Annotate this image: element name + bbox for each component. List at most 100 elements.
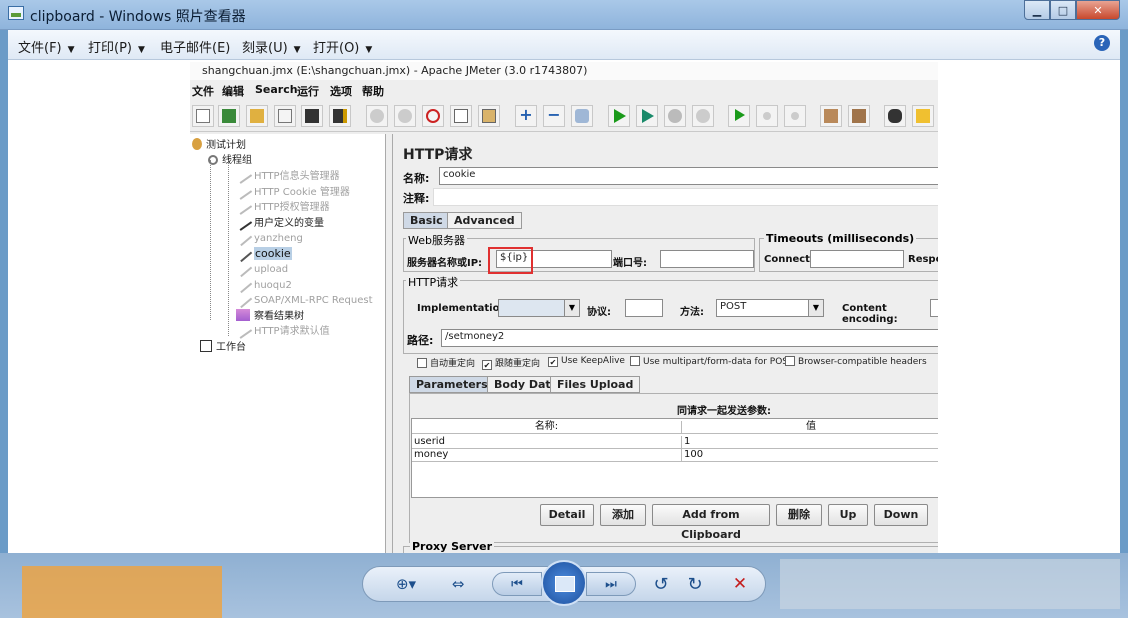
start-no-pauses-icon — [636, 105, 658, 127]
path-field: /setmoney2 — [441, 329, 938, 347]
wrench-icon — [233, 197, 253, 215]
minimize-button[interactable]: ▁ — [1024, 0, 1050, 20]
listener-icon — [236, 309, 250, 321]
server-label: 服务器名称或IP: — [407, 258, 483, 269]
stop-icon — [664, 105, 686, 127]
jmeter-toolbar: + − — [190, 102, 938, 132]
menu-email[interactable]: 电子邮件(E) — [160, 37, 230, 56]
search-icon — [884, 105, 906, 127]
web-server-title: Web服务器 — [406, 232, 467, 248]
implementation-label: Implementation: — [417, 303, 511, 314]
tree-node-user-variables: 用户定义的变量 — [233, 213, 324, 231]
checkbox-keepalive: ✔ Use KeepAlive — [548, 356, 625, 367]
window-titlebar: clipboard - Windows 照片查看器 ▁ □ ✕ — [0, 0, 1128, 30]
method-label: 方法: — [680, 307, 704, 318]
delete-icon[interactable]: ✕ — [729, 574, 751, 594]
add-from-clipboard-button: Add from Clipboard — [652, 504, 770, 541]
method-dropdown: POST — [716, 299, 810, 317]
encoding-label: Content encoding: — [842, 303, 898, 325]
paste-icon — [478, 105, 500, 127]
checkbox-label: Browser-compatible headers — [798, 357, 927, 367]
start-icon — [608, 105, 630, 127]
menu-open[interactable]: 打开(O) ▼ — [313, 37, 372, 56]
menu-file-label: 文件(F) — [18, 41, 62, 56]
tree-node-workbench: 工作台 — [200, 340, 246, 354]
save-icon — [301, 105, 323, 127]
checkbox-box — [417, 358, 427, 368]
port-field — [660, 250, 754, 268]
checkbox-label: Use KeepAlive — [561, 356, 625, 366]
name-field: cookie — [439, 167, 938, 185]
column-header-name: 名称: — [412, 421, 682, 434]
workbench-icon — [200, 340, 212, 352]
up-button: Up — [828, 504, 868, 526]
cut-icon — [422, 105, 444, 127]
port-label: 端口号: — [613, 258, 647, 269]
copy-icon — [450, 105, 472, 127]
response-label: Respo — [908, 254, 938, 265]
menu-burn[interactable]: 刻录(U) ▼ — [242, 37, 301, 56]
tree-node-yanzheng: yanzheng — [233, 227, 303, 247]
new-icon — [192, 105, 214, 127]
slideshow-button[interactable] — [541, 560, 587, 606]
down-button: Down — [874, 504, 928, 526]
wrench-icon — [233, 321, 253, 339]
clear-all-icon — [848, 105, 870, 127]
test-plan-icon — [192, 138, 202, 150]
tree-label: HTTP Cookie 管理器 — [254, 187, 350, 198]
remote-start-icon — [728, 105, 750, 127]
path-label: 路径: — [407, 334, 434, 347]
menu-print-label: 打印(P) — [88, 41, 132, 56]
checkbox-auto-redirect: 自动重定向 — [417, 356, 475, 369]
tree-node-header-manager: HTTP信息头管理器 — [233, 166, 340, 184]
next-button[interactable]: ⏭ — [586, 572, 636, 596]
delete-button: 删除 — [776, 504, 822, 526]
actual-size-icon[interactable]: ⇔ — [446, 574, 470, 594]
reset-search-icon — [912, 105, 934, 127]
zoom-icon[interactable]: ⊕▾ — [388, 574, 424, 594]
maximize-button[interactable]: □ — [1050, 0, 1076, 20]
menu-print[interactable]: 打印(P) ▼ — [88, 37, 145, 56]
checkbox-label: Use multipart/form-data for POST — [643, 357, 794, 367]
menu-open-label: 打开(O) — [313, 41, 360, 56]
checkbox-label: 自动重定向 — [430, 359, 476, 369]
tree-node-cookie-manager: HTTP Cookie 管理器 — [233, 182, 350, 200]
proxy-server-title: Proxy Server — [410, 540, 495, 553]
rotate-clockwise-icon[interactable]: ↻ — [684, 574, 706, 595]
help-icon[interactable]: ? — [1094, 35, 1110, 51]
tree-label: upload — [254, 264, 289, 275]
chevron-down-icon: ▼ — [564, 299, 580, 317]
tab-advanced: Advanced — [447, 212, 522, 229]
add-button: 添加 — [600, 504, 646, 526]
tree-label: cookie — [254, 247, 292, 260]
open-icon — [246, 105, 268, 127]
expand-icon: + — [515, 105, 537, 127]
jmeter-menubar: 文件 编辑 Search 运行 选项 帮助 — [190, 81, 938, 99]
params-caption: 同请求一起发送参数: — [677, 406, 771, 417]
remote-stop-icon — [756, 105, 778, 127]
toggle-icon — [571, 105, 593, 127]
table-row-name: userid — [412, 436, 682, 449]
tab-files-upload: Files Upload — [550, 376, 641, 393]
menu-email-label: 电子邮件(E) — [160, 41, 231, 56]
chevron-down-icon: ▼ — [808, 299, 824, 317]
tree-node-soap-request: SOAP/XML-RPC Request — [233, 289, 373, 309]
menu-file[interactable]: 文件(F) ▼ — [18, 37, 75, 56]
next-icon: ⏭ — [605, 576, 617, 592]
tree-label: HTTP请求默认值 — [254, 326, 330, 337]
shutdown-icon — [692, 105, 714, 127]
http-request-panel: HTTP请求 名称: cookie 注释: Basic Advanced Web… — [392, 134, 938, 553]
tree-label: huoqu2 — [254, 280, 292, 291]
tree-label: 线程组 — [222, 155, 252, 166]
rotate-counterclockwise-icon[interactable]: ↺ — [650, 574, 672, 595]
redo-icon — [394, 105, 416, 127]
name-label: 名称: — [403, 172, 430, 185]
close-window-button[interactable]: ✕ — [1076, 0, 1120, 20]
background-thumbnail — [780, 559, 1120, 609]
clear-icon — [820, 105, 842, 127]
previous-button[interactable]: ⏮ — [492, 572, 542, 596]
tab-basic: Basic — [403, 212, 450, 229]
checkbox-follow-redirect: ✔ 跟随重定向 — [482, 356, 540, 370]
jmeter-menu-file: 文件 — [192, 85, 214, 98]
close-file-icon — [274, 105, 296, 127]
